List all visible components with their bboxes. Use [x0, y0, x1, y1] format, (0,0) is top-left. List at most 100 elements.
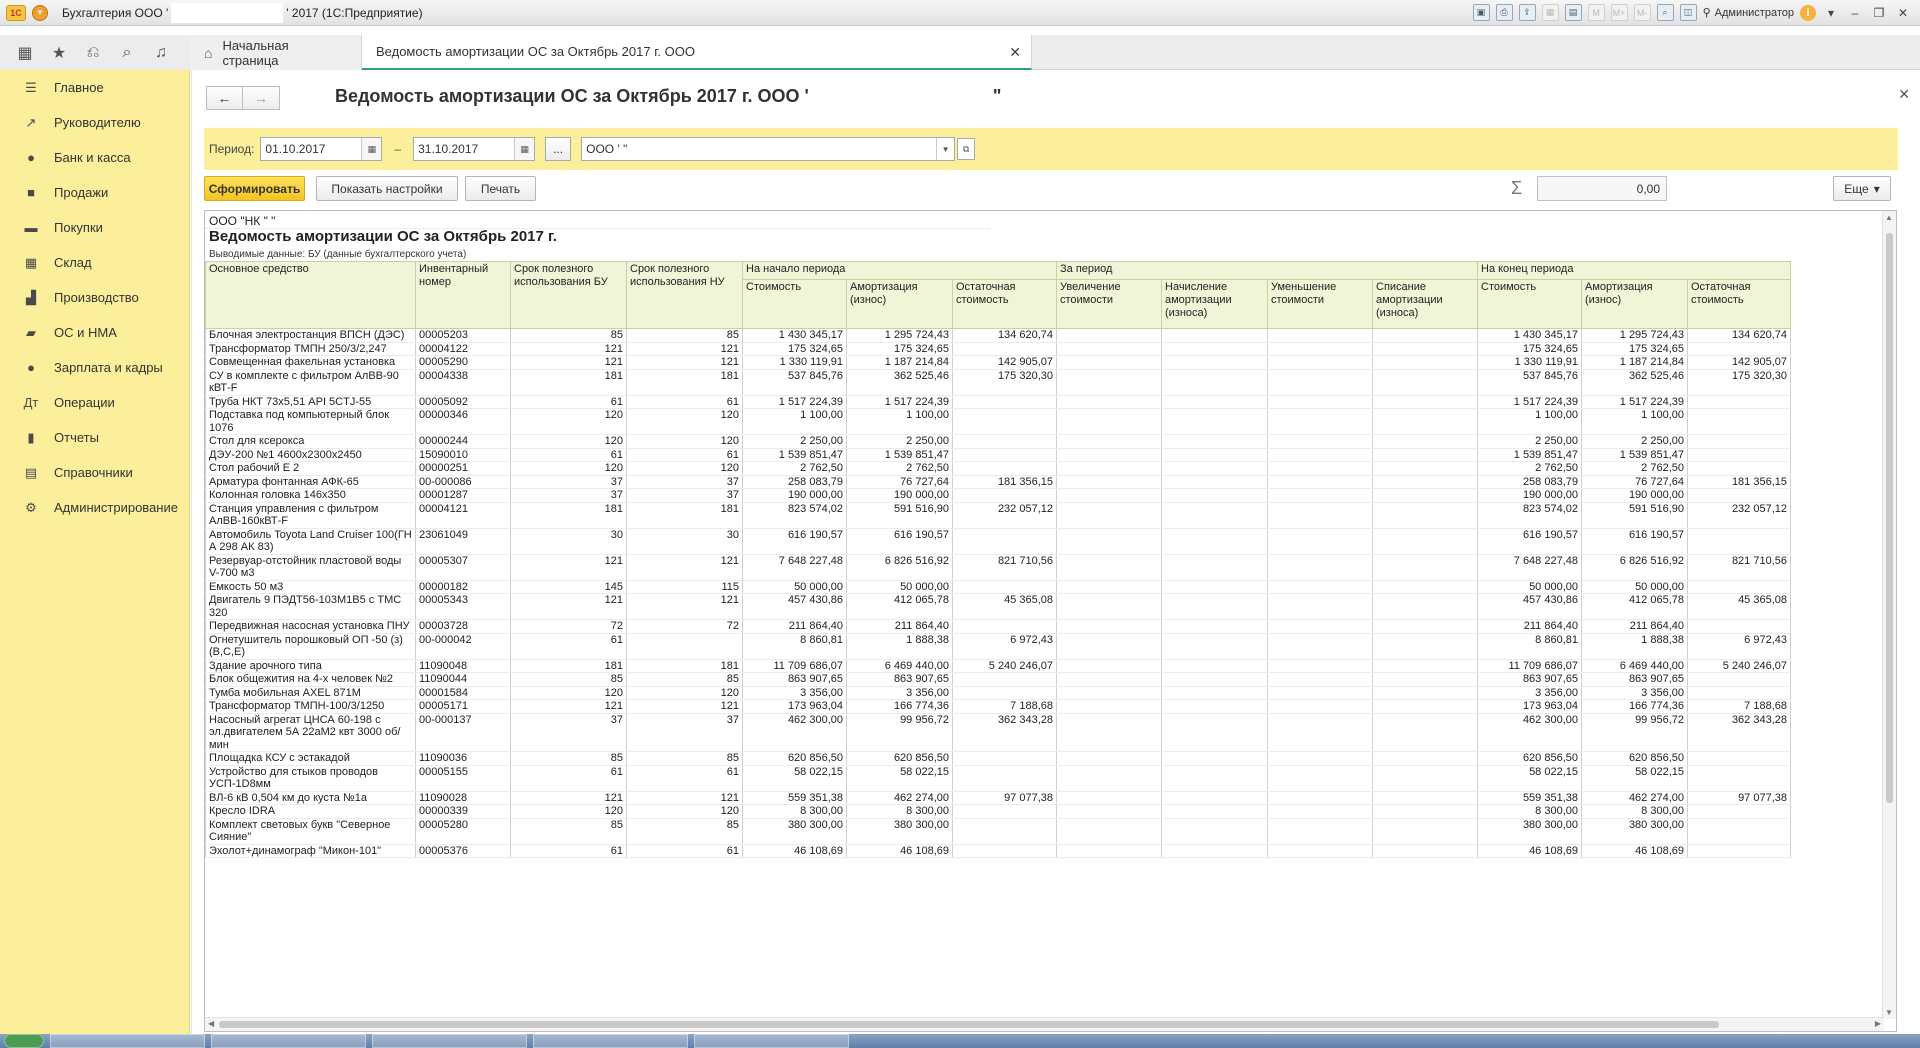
sidebar-item-9[interactable]: Дт Операции	[0, 385, 189, 420]
sidebar-item-5[interactable]: ▦ Склад	[0, 245, 189, 280]
table-row[interactable]: Резервуар-отстойник пластовой воды V-700…	[205, 554, 1791, 581]
panel-icon[interactable]: ◫	[1679, 4, 1697, 21]
taskbar-item[interactable]	[694, 1034, 849, 1048]
sidebar-item-10[interactable]: ▮ Отчеты	[0, 420, 189, 455]
scroll-right-icon[interactable]: ▶	[1875, 1019, 1881, 1028]
taskbar-item[interactable]	[50, 1034, 205, 1048]
show-settings-button[interactable]: Показать настройки	[316, 176, 458, 201]
sidebar-item-8[interactable]: ● Зарплата и кадры	[0, 350, 189, 385]
chevron-down-icon[interactable]: ▼	[936, 138, 954, 160]
calendar-icon[interactable]: ▦	[361, 138, 382, 160]
taskbar-item[interactable]	[533, 1034, 688, 1048]
tab-depreciation-report[interactable]: Ведомость амортизации ОС за Октябрь 2017…	[362, 35, 1032, 70]
scroll-down-icon[interactable]: ▼	[1885, 1008, 1893, 1017]
table-row[interactable]: Труба НКТ 73х5,51 API 5CTJ-55 00005092 61 6…	[205, 395, 1791, 409]
table-row[interactable]: Трансформатор ТМПН 250/3/2,247 00004122 12…	[205, 342, 1791, 356]
memory-m-minus-icon[interactable]: M-	[1633, 4, 1651, 21]
notifications-bell-icon[interactable]: ♫	[151, 43, 171, 63]
sidebar-item-0[interactable]: ☰ Главное	[0, 70, 189, 105]
sidebar-item-2[interactable]: ● Банк и касса	[0, 140, 189, 175]
1c-logo-icon[interactable]: 1С	[6, 4, 26, 21]
sidebar-item-4[interactable]: ▬ Покупки	[0, 210, 189, 245]
taskbar-item[interactable]	[211, 1034, 366, 1048]
sidebar-item-1[interactable]: ↗ Руководителю	[0, 105, 189, 140]
upload-icon[interactable]: ⇪	[1518, 4, 1536, 21]
close-form-icon[interactable]: ✕	[1898, 86, 1910, 103]
print-button[interactable]: Печать	[465, 176, 536, 201]
sidebar-item-3[interactable]: ■ Продажи	[0, 175, 189, 210]
table-row[interactable]: Колонная головка 146х350 00001287 37 37 190 …	[205, 488, 1791, 503]
table-row[interactable]: Устройство для стыков проводов УСП-1D8мм…	[205, 765, 1791, 792]
calendar-grid-icon[interactable]: ▤	[1564, 4, 1582, 21]
table-row[interactable]: Арматура фонтанная АФК-65 00-000086 37 37 25…	[205, 475, 1791, 489]
table-row[interactable]: Емкость 50 м3 00000182 145 115 50 000,00 50 0…	[205, 580, 1791, 594]
close-window-button[interactable]: ✕	[1894, 6, 1912, 20]
table-row[interactable]: Автомобиль Toyota Land Cruiser 100(ГН А …	[205, 528, 1791, 555]
memory-m-plus-icon[interactable]: M+	[1610, 4, 1628, 21]
table-row[interactable]: Здание арочного типа 11090048 181 181 11 709…	[205, 659, 1791, 673]
table-row[interactable]: Станция управления с фильтром АлВВ-160кВ…	[205, 502, 1791, 529]
vertical-scrollbar[interactable]: ▲ ▼	[1882, 211, 1896, 1019]
table-row[interactable]: Трансформатор ТМПН-100/3/1250 00005171 121…	[205, 699, 1791, 714]
taskbar-item[interactable]	[372, 1034, 527, 1048]
date-from-field[interactable]: 01.10.2017 ▦	[260, 137, 383, 161]
search-icon[interactable]: ⌕	[117, 43, 137, 63]
forward-button[interactable]: →	[243, 86, 280, 110]
close-tab-icon[interactable]: ✕	[1009, 44, 1021, 61]
table-row[interactable]: Блочная электростанция ВПСН (ДЭС) 0000520…	[205, 328, 1791, 343]
table-row[interactable]: Комплект световых букв "Северное Сияние"…	[205, 818, 1791, 845]
apps-grid-icon[interactable]: ▦	[15, 43, 35, 63]
more-button[interactable]: Еще ▾	[1833, 176, 1891, 201]
print-icon[interactable]: ⎙	[1495, 4, 1513, 21]
sidebar-item-12[interactable]: ⚙ Администрирование	[0, 490, 189, 525]
open-organization-icon[interactable]: ⧉	[957, 138, 976, 160]
date-to-field[interactable]: 31.10.2017 ▦	[413, 137, 536, 161]
table-row[interactable]: Насосный агрегат ЦНСА 60-198 с эл.двигат…	[205, 713, 1791, 752]
table-row[interactable]: Кресло IDRA 00000339 120 120 8 300,00 8 300,0…	[205, 804, 1791, 819]
sidebar-item-6[interactable]: ▟ Производство	[0, 280, 189, 315]
start-button[interactable]	[4, 1034, 44, 1048]
generate-button[interactable]: Сформировать	[204, 176, 305, 201]
save-icon[interactable]: ▣	[1472, 4, 1490, 21]
table-row[interactable]: ДЭУ-200 №1 4600х2300х2450 15090010 61 61 1 5…	[205, 448, 1791, 462]
current-user[interactable]: ⚲ Администратор	[1703, 6, 1794, 20]
table-row[interactable]: Передвижная насосная установка ПНУ 000037…	[205, 619, 1791, 634]
table-row[interactable]: Совмещенная факельная установка 00005290 1…	[205, 355, 1791, 370]
horizontal-scrollbar[interactable]: ◀ ▶	[205, 1017, 1884, 1031]
main-menu-dropdown-icon[interactable]: ▾	[32, 4, 48, 21]
history-icon[interactable]: ⎌	[83, 43, 103, 63]
tab-home[interactable]: ⌂ Начальная страница	[190, 35, 362, 70]
calendar-icon[interactable]: ▦	[1541, 4, 1559, 21]
calendar-icon[interactable]: ▦	[514, 138, 535, 160]
minimize-button[interactable]: –	[1846, 6, 1864, 20]
zoom-icon[interactable]: ⌕	[1656, 4, 1674, 21]
back-button[interactable]: ←	[206, 86, 243, 110]
favorites-star-icon[interactable]: ★	[49, 43, 69, 63]
scroll-up-icon[interactable]: ▲	[1885, 213, 1893, 222]
table-row[interactable]: Подставка под компьютерный блок 1076 0000…	[205, 408, 1791, 435]
table-row[interactable]: Тумба мобильная AXEL 871M 00001584 120 120 3…	[205, 686, 1791, 700]
table-row[interactable]: Стол рабочий Е 2 00000251 120 120 2 762,50 2 …	[205, 461, 1791, 476]
vertical-scroll-thumb[interactable]	[1886, 233, 1893, 803]
table-row[interactable]: Эхолот+динамограф "Микон-101" 00005376 61 6…	[205, 844, 1791, 858]
table-row[interactable]: Огнетушитель порошковый ОП -50 (з) (В,С,…	[205, 633, 1791, 660]
organization-field[interactable]: ООО ' " ▼	[581, 137, 956, 161]
table-row[interactable]: Блок общежития на 4-х человек №2 11090044…	[205, 672, 1791, 687]
horizontal-scroll-thumb[interactable]	[219, 1021, 1719, 1028]
info-icon[interactable]: i	[1800, 4, 1816, 21]
table-cell	[1372, 818, 1478, 845]
chevron-down-icon[interactable]: ▾	[1822, 6, 1840, 20]
sidebar-item-7[interactable]: ▰ ОС и НМА	[0, 315, 189, 350]
period-select-button[interactable]: ...	[545, 137, 572, 161]
report-document[interactable]: ООО "НК " " Ведомость амортизации ОС за …	[204, 210, 1897, 1032]
table-row[interactable]: Двигатель 9 ПЭДТ56-103М1В5 с ТМС 320 0000…	[205, 593, 1791, 620]
scroll-left-icon[interactable]: ◀	[208, 1019, 214, 1028]
table-row[interactable]: ВЛ-6 кВ 0,504 км до куста №1а 11090028 121…	[205, 791, 1791, 805]
restore-button[interactable]: ❐	[1870, 6, 1888, 20]
table-row[interactable]: Стол для ксерокса 00000244 120 120 2 250,00 2…	[205, 434, 1791, 449]
table-row[interactable]: СУ в комплекте с фильтром АлВВ-90 кВТ-F 0…	[205, 369, 1791, 396]
table-cell: 821 710,56	[952, 554, 1057, 581]
memory-m-icon[interactable]: M	[1587, 4, 1605, 21]
table-row[interactable]: Площадка КСУ с эстакадой 11090036 85 85 620 …	[205, 751, 1791, 766]
sidebar-item-11[interactable]: ▤ Справочники	[0, 455, 189, 490]
